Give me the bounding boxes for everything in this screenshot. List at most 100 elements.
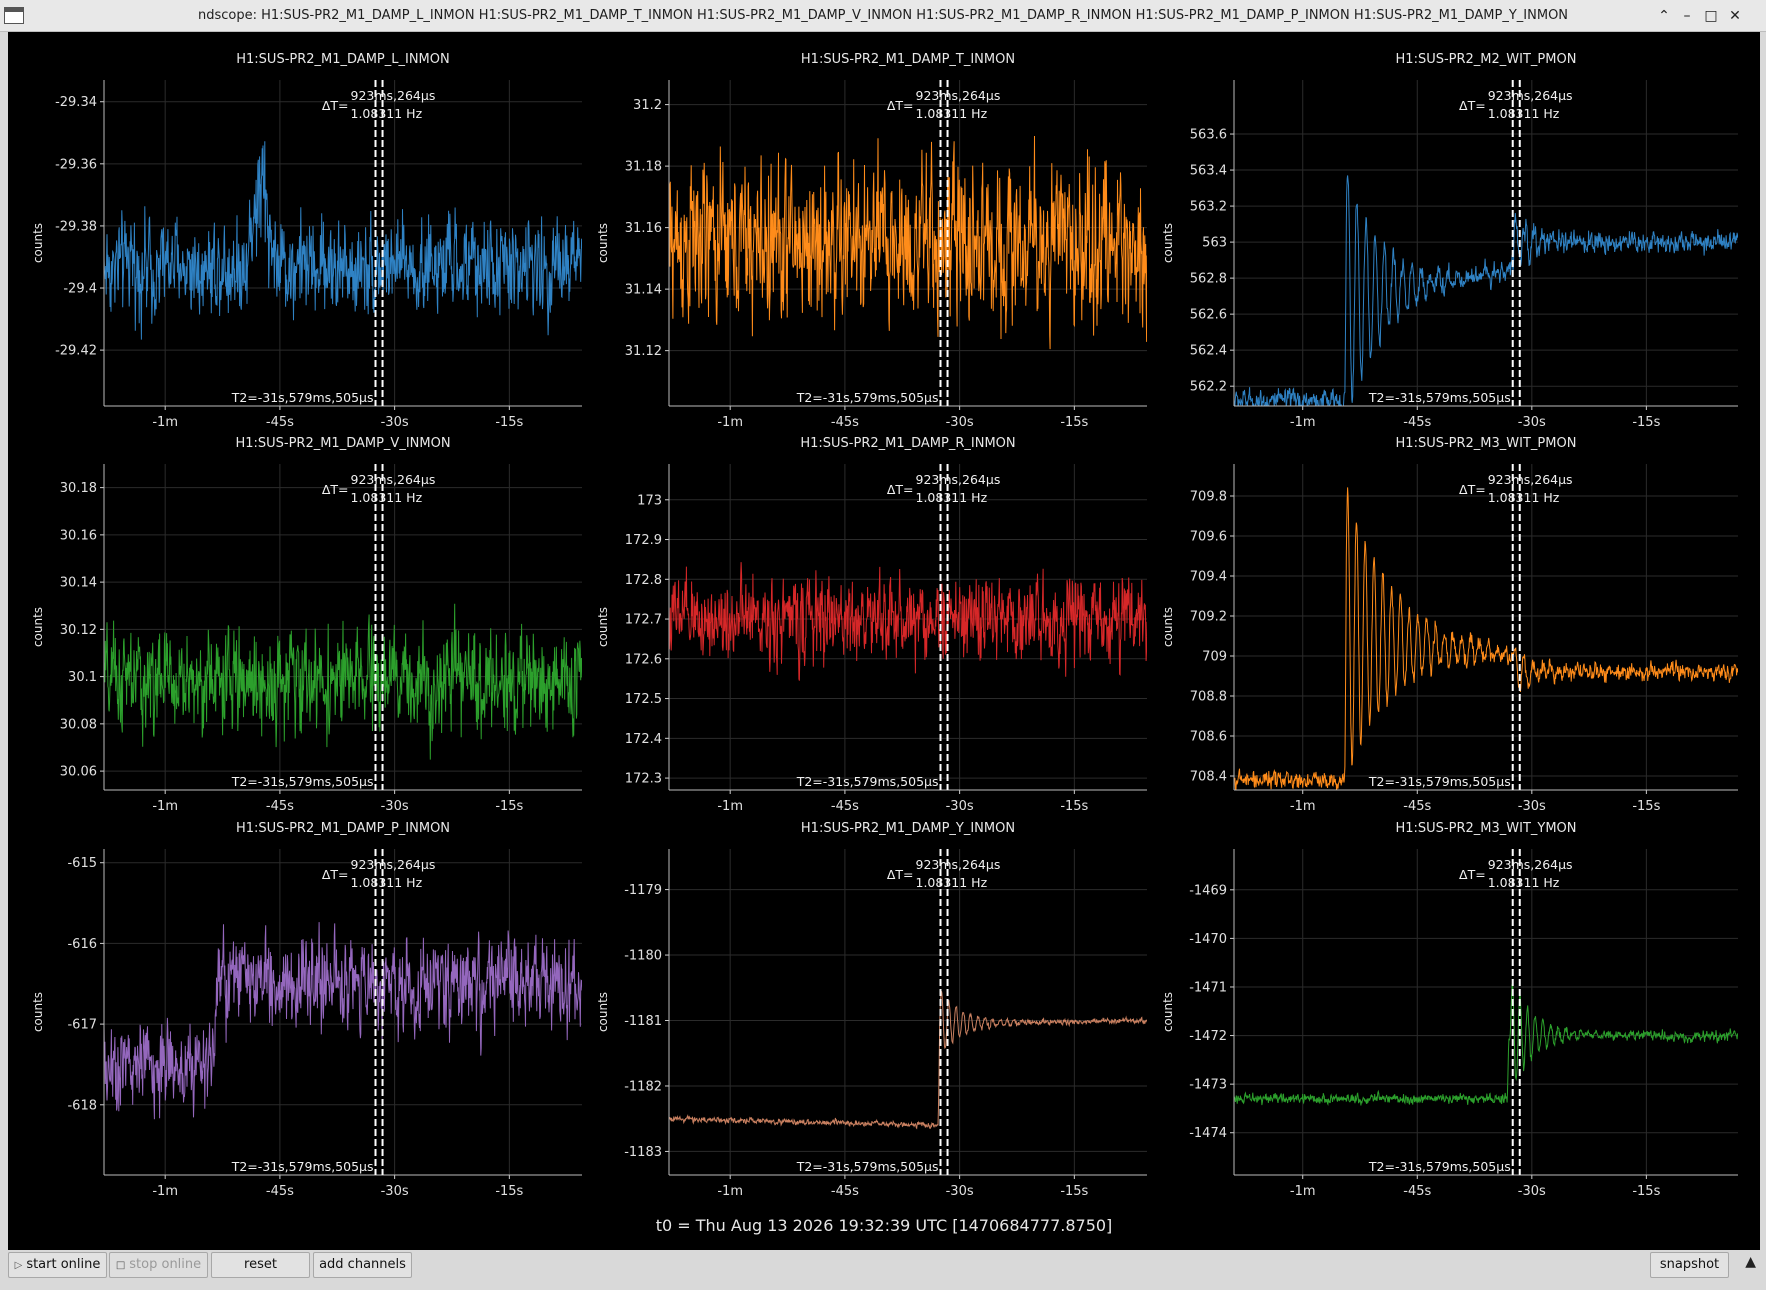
y-tick-label: 172.8 [625,573,662,588]
collapse-arrow-icon[interactable]: ▲ [1745,1254,1756,1270]
x-tick-label: -30s [1518,1184,1546,1199]
t2-cursor-label: T2=-31s,579ms,505μs [231,774,374,789]
plot-panel[interactable]: H1:SUS-PR2_M1_DAMP_R_INMON counts -1m -45s -… [573,416,1167,820]
x-tick-label: -1m [717,1184,743,1199]
plot-panel[interactable]: H1:SUS-PR2_M3_WIT_PMON counts -1m -45s -30s -… [1138,416,1758,820]
delta-freq-value: 1.08311 Hz [1488,106,1560,121]
y-tick-label: -1183 [624,1145,662,1160]
plot-svg[interactable]: H1:SUS-PR2_M1_DAMP_L_INMONcounts-1m -45s -… [8,32,602,436]
series-line [669,991,1147,1130]
x-tick-label: -1m [152,1184,178,1199]
x-tick-label: -30s [381,1184,409,1199]
series-line [669,135,1147,350]
plot-svg[interactable]: H1:SUS-PR2_M1_DAMP_T_INMONcounts-1m -45s -… [573,32,1167,436]
y-tick-label: -1180 [624,949,662,964]
y-tick-label: 562.2 [1190,380,1227,395]
close-window-icon[interactable]: ✕ [1724,5,1746,27]
x-tick-label: -15s [1060,1184,1088,1199]
y-tick-label: -29.34 [55,95,97,110]
plot-panel[interactable]: H1:SUS-PR2_M1_DAMP_Y_INMON counts -1m -45s -… [573,801,1167,1205]
y-tick-label: 562.6 [1190,308,1227,323]
delta-time-value: 923ms,264μs [916,857,1001,872]
y-tick-label: 172.5 [625,692,662,707]
minimize-up-icon[interactable]: ⌃ [1653,5,1675,27]
plot-title: H1:SUS-PR2_M1_DAMP_V_INMON [235,436,450,451]
delta-t-label: ΔT= [322,482,349,497]
x-tick-label: -30s [946,1184,974,1199]
delta-time-value: 923ms,264μs [351,472,436,487]
x-tick-label: -45s [266,1184,294,1199]
y-tick-label: 172.3 [625,772,662,787]
plot-panel[interactable]: H1:SUS-PR2_M2_WIT_PMON counts -1m -45s -30s -… [1138,32,1758,436]
plot-panel[interactable]: H1:SUS-PR2_M1_DAMP_P_INMON counts -1m -45s -… [8,801,602,1205]
t2-cursor-label: T2=-31s,579ms,505μs [231,1159,374,1174]
delta-freq-value: 1.08311 Hz [916,106,988,121]
y-tick-label: 172.6 [625,652,662,667]
scope-plot-area[interactable]: H1:SUS-PR2_M1_DAMP_L_INMONcounts -1m -45s -… [8,32,1760,1250]
plot-svg[interactable]: H1:SUS-PR2_M2_WIT_PMONcounts-1m -45s -30s -… [1138,32,1758,436]
reset-button[interactable]: reset [211,1252,310,1278]
maximize-window-icon[interactable]: □ [1700,5,1722,27]
y-tick-label: 562.8 [1190,272,1227,287]
y-tick-label: 563.4 [1190,164,1227,179]
plot-title: H1:SUS-PR2_M3_WIT_PMON [1396,436,1577,451]
y-axis-label: counts [31,223,45,263]
plot-panel[interactable]: H1:SUS-PR2_M1_DAMP_T_INMON counts -1m -45s -… [573,32,1167,436]
stop-online-label: stop online [129,1257,202,1272]
x-tick-label: -45s [1403,1184,1431,1199]
plot-svg[interactable]: H1:SUS-PR2_M1_DAMP_R_INMONcounts-1m -45s -… [573,416,1167,820]
y-tick-label: 30.12 [60,623,97,638]
window-title: ndscope: H1:SUS-PR2_M1_DAMP_L_INMON H1:S… [197,8,1569,23]
t0-label: t0 = Thu Aug 13 2026 19:32:39 UTC [14706… [655,1216,1113,1235]
y-tick-label: -29.36 [55,157,97,172]
stop-online-button: □ stop online [109,1252,208,1278]
plot-title: H1:SUS-PR2_M3_WIT_YMON [1395,821,1576,836]
start-online-button[interactable]: ▷ start online [8,1252,107,1278]
delta-t-label: ΔT= [322,98,349,113]
control-bar: ▷ start online □ stop online reset add cha… [0,1250,1766,1290]
t2-cursor-label: T2=-31s,579ms,505μs [1368,1159,1511,1174]
y-tick-label: 31.14 [625,283,662,298]
y-tick-label: 709 [1202,650,1227,665]
series-line [104,603,582,760]
stop-icon: □ [115,1260,126,1271]
y-tick-label: -1472 [1189,1029,1227,1044]
y-tick-label: -1182 [624,1079,662,1094]
delta-time-value: 923ms,264μs [351,857,436,872]
y-axis-label: counts [1161,223,1175,263]
plot-svg[interactable]: H1:SUS-PR2_M1_DAMP_P_INMONcounts -1m -45s -… [8,801,602,1205]
plot-svg[interactable]: H1:SUS-PR2_M3_WIT_PMONcounts-1m -45s -30s -… [1138,416,1758,820]
delta-t-label: ΔT= [1459,98,1486,113]
plot-panel[interactable]: H1:SUS-PR2_M1_DAMP_V_INMON counts -1m -45s -… [8,416,602,820]
t2-cursor-label: T2=-31s,579ms,505μs [796,1159,939,1174]
t2-cursor-label: T2=-31s,579ms,505μs [796,390,939,405]
y-axis-label: counts [1161,607,1175,647]
y-tick-label: 709.4 [1190,570,1227,585]
add-channels-button[interactable]: add channels [313,1252,412,1278]
plot-title: H1:SUS-PR2_M1_DAMP_R_INMON [800,436,1015,451]
snapshot-button[interactable]: snapshot [1650,1252,1729,1278]
y-tick-label: 31.16 [625,221,662,236]
start-online-label: start online [26,1257,101,1272]
y-axis-label: counts [1161,992,1175,1032]
delta-t-label: ΔT= [887,867,914,882]
y-tick-label: -29.38 [55,219,97,234]
plot-title: H1:SUS-PR2_M1_DAMP_L_INMON [236,52,449,67]
plot-svg[interactable]: H1:SUS-PR2_M1_DAMP_Y_INMONcounts -1m -45s -… [573,801,1167,1205]
y-tick-label: 708.4 [1190,770,1227,785]
plot-svg[interactable]: H1:SUS-PR2_M3_WIT_YMONcounts -1m -45s -30s -… [1138,801,1758,1205]
y-tick-label: 30.18 [60,481,97,496]
plot-panel[interactable]: H1:SUS-PR2_M3_WIT_YMON counts -1m -45s -30s -… [1138,801,1758,1205]
delta-time-value: 923ms,264μs [916,88,1001,103]
y-tick-label: 172.4 [625,732,662,747]
shade-window-icon[interactable]: – [1676,5,1698,27]
delta-freq-value: 1.08311 Hz [351,106,423,121]
plot-svg[interactable]: H1:SUS-PR2_M1_DAMP_V_INMONcounts-1m -45s -… [8,416,602,820]
t2-cursor-label: T2=-31s,579ms,505μs [1368,390,1511,405]
plot-panel[interactable]: H1:SUS-PR2_M1_DAMP_L_INMON counts -1m -45s -… [8,32,602,436]
y-tick-label: -1179 [624,883,662,898]
y-tick-label: 30.16 [60,528,97,543]
y-tick-label: -1474 [1189,1126,1227,1141]
delta-t-label: ΔT= [1459,482,1486,497]
y-tick-label: 708.6 [1190,730,1227,745]
